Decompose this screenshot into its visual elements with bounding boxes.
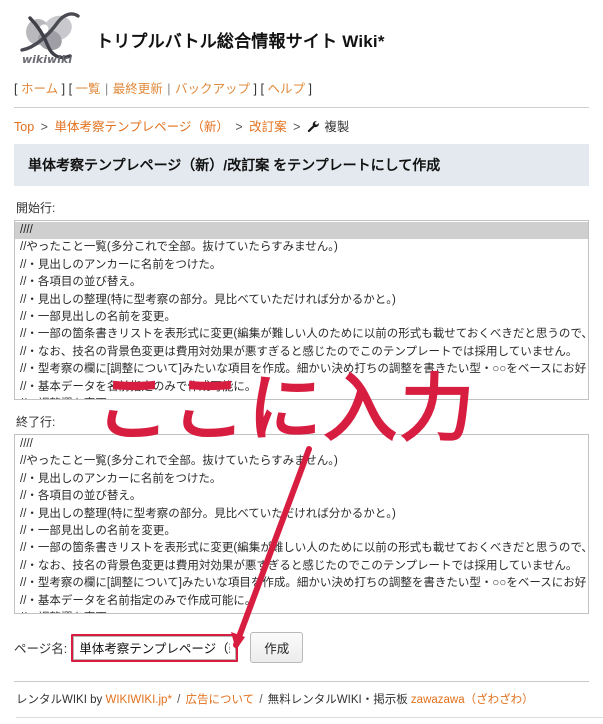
site-footer: レンタルWIKI by WIKIWIKI.jp* / 広告について / 無料レン… bbox=[0, 682, 603, 718]
footer-middle-text: 無料レンタルWIKI・掲示板 bbox=[267, 694, 408, 706]
footer-link-wikiwiki[interactable]: WIKIWIKI.jp* bbox=[105, 694, 171, 706]
start-line-listbox[interactable]: //////やったこと一覧(多分これで全部。抜けていたらすみません。)//・見出… bbox=[14, 220, 589, 400]
global-nav: [ ホーム ] [ 一覧 | 最終更新 | バックアップ ] [ ヘルプ ] bbox=[0, 72, 603, 105]
end-line-option[interactable]: //・一部の箇条書きリストを表形式に変更(編集が難しい人のために以前の形式も載せ… bbox=[15, 540, 588, 557]
end-line-option[interactable]: //・見出しの整理(特に型考察の部分。見比べていただければ分かるかと。) bbox=[15, 506, 588, 523]
start-line-option[interactable]: //・各項目の並び替え。 bbox=[15, 274, 588, 291]
nav-item-backup[interactable]: バックアップ bbox=[175, 82, 250, 96]
nav-item-recent-changes[interactable]: 最終更新 bbox=[113, 82, 163, 96]
start-line-option[interactable]: //・型考察の欄に[調整について]みたいな項目を作成。細かい決め打ちの調整を書き… bbox=[15, 361, 588, 378]
breadcrumb-separator-3: > bbox=[293, 120, 301, 134]
start-line-label: 開始行: bbox=[16, 201, 56, 215]
end-line-option[interactable]: //・基本データを名前指定のみで作成可能に。 bbox=[15, 593, 588, 610]
end-line-option[interactable]: //やったこと一覧(多分これで全部。抜けていたらすみません。) bbox=[15, 453, 588, 470]
footer-link-zawazawa[interactable]: zawazawa（ざわざわ） bbox=[411, 694, 534, 706]
site-header: wikiwiki トリプルバトル総合情報サイト Wiki* bbox=[0, 0, 603, 72]
start-line-option[interactable]: //やったこと一覧(多分これで全部。抜けていたらすみません。) bbox=[15, 239, 588, 256]
start-line-option[interactable]: //・基本データを名前指定のみで作成可能に。 bbox=[15, 379, 588, 396]
start-line-option[interactable]: //・一部の箇条書きリストを表形式に変更(編集が難しい人のために以前の形式も載せ… bbox=[15, 326, 588, 343]
logo-wordmark: wikiwiki bbox=[22, 53, 72, 66]
wikiwiki-logo[interactable]: wikiwiki bbox=[14, 10, 88, 68]
pagename-label: ページ名: bbox=[14, 642, 68, 656]
end-line-option[interactable]: //・一部見出しの名前を変更。 bbox=[15, 523, 588, 540]
nav-item-help[interactable]: ヘルプ bbox=[267, 82, 305, 96]
footer-prefix: レンタルWIKI by bbox=[16, 694, 103, 706]
footer-bottom-divider bbox=[16, 717, 603, 718]
page-title: 単体考察テンプレページ（新）/改訂案 をテンプレートにして作成 bbox=[14, 144, 589, 186]
footer-link-ads[interactable]: 広告について bbox=[186, 694, 255, 706]
nav-bracket-close-3: ] bbox=[308, 82, 312, 96]
nav-bracket-close-2: ] bbox=[253, 82, 257, 96]
start-line-option[interactable]: //・なお、技名の背景色変更は費用対効果が悪すぎると感じたのでこのテンプレートで… bbox=[15, 344, 588, 361]
site-title: トリプルバトル総合情報サイト Wiki* bbox=[96, 31, 385, 51]
end-line-option[interactable]: //// bbox=[15, 436, 588, 453]
nav-item-list[interactable]: 一覧 bbox=[76, 82, 101, 96]
end-line-option[interactable]: //・型考察の欄に[調整について]みたいな項目を作成。細かい決め打ちの調整を書き… bbox=[15, 575, 588, 592]
breadcrumb-item-top[interactable]: Top bbox=[14, 120, 34, 134]
pagename-row: ページ名: 作成 bbox=[0, 632, 603, 663]
breadcrumb-separator-2: > bbox=[235, 120, 243, 134]
end-line-listbox[interactable]: //////やったこと一覧(多分これで全部。抜けていたらすみません。)//・見出… bbox=[14, 434, 589, 614]
nav-separator-2: | bbox=[167, 82, 171, 96]
start-line-option[interactable]: //・見出しのアンカーに名前をつけた。 bbox=[15, 257, 588, 274]
breadcrumb-item-duplicate: 複製 bbox=[324, 120, 350, 134]
create-button[interactable]: 作成 bbox=[250, 632, 304, 663]
breadcrumb-item-template-page[interactable]: 単体考察テンプレページ（新） bbox=[54, 120, 228, 134]
nav-separator-1: | bbox=[105, 82, 109, 96]
breadcrumb-separator-1: > bbox=[40, 120, 48, 134]
end-line-option[interactable]: //・なお、技名の背景色変更は費用対効果が悪すぎると感じたのでこのテンプレートで… bbox=[15, 558, 588, 575]
start-line-option[interactable]: //・一部見出しの名前を変更。 bbox=[15, 309, 588, 326]
footer-separator-2: / bbox=[259, 694, 263, 706]
nav-item-home[interactable]: ホーム bbox=[21, 82, 58, 96]
template-create-form: 開始行: //////やったこと一覧(多分これで全部。抜けていたらすみません。)… bbox=[0, 199, 603, 614]
end-line-option[interactable]: //・調整欄を変更 bbox=[15, 610, 588, 613]
pagename-input[interactable] bbox=[73, 635, 237, 660]
breadcrumb: Top > 単体考察テンプレページ（新） > 改訂案 > 複製 bbox=[0, 108, 603, 144]
wrench-icon bbox=[307, 120, 320, 136]
nav-bracket-open-2: [ bbox=[68, 82, 73, 96]
start-line-option[interactable]: //・見出しの整理(特に型考察の部分。見比べていただければ分かるかと。) bbox=[15, 292, 588, 309]
nav-bracket-open-3: [ bbox=[260, 82, 264, 96]
nav-bracket-close: ] bbox=[61, 82, 66, 96]
breadcrumb-item-revision[interactable]: 改訂案 bbox=[249, 120, 287, 134]
start-line-option[interactable]: //・調整欄を変更 bbox=[15, 396, 588, 399]
end-line-option[interactable]: //・見出しのアンカーに名前をつけた。 bbox=[15, 471, 588, 488]
nav-bracket-open: [ bbox=[14, 82, 18, 96]
footer-separator-1: / bbox=[177, 694, 181, 706]
end-line-label: 終了行: bbox=[16, 415, 56, 429]
start-line-option[interactable]: //// bbox=[15, 222, 588, 240]
end-line-option[interactable]: //・各項目の並び替え。 bbox=[15, 488, 588, 505]
